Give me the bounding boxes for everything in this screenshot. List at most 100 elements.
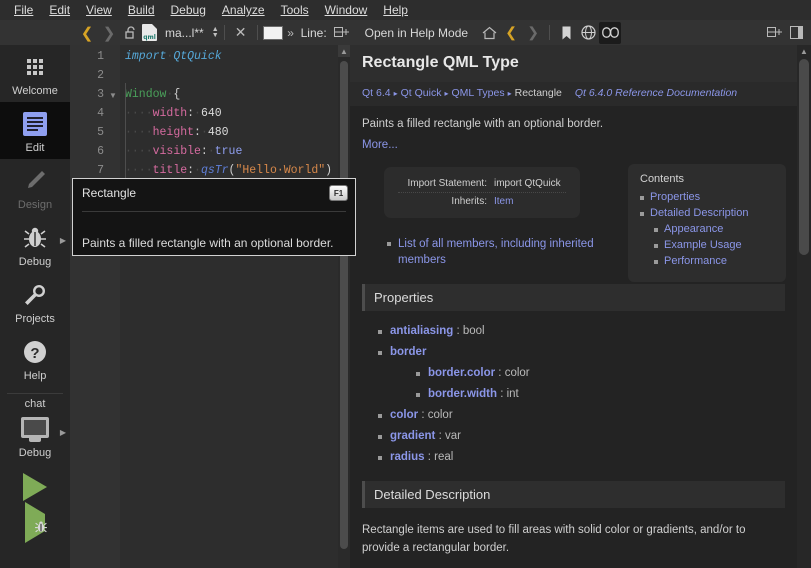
navigate-back-icon[interactable]: ❮: [76, 22, 98, 44]
menu-help-label: Help: [383, 3, 408, 17]
bookmark-icon[interactable]: [555, 22, 577, 44]
breadcrumb-item-qmltypes[interactable]: QML Types: [451, 87, 504, 99]
editor-vertical-scrollbar[interactable]: ▲: [338, 45, 350, 568]
inherits-value[interactable]: Item: [494, 196, 513, 207]
contents-link-appearance[interactable]: Appearance: [664, 223, 723, 235]
open-file-selector[interactable]: qml ma...l** ▲▼: [142, 24, 219, 41]
menu-item-tools[interactable]: Tools: [273, 1, 317, 19]
svg-text:?: ?: [30, 345, 39, 362]
property-border-width[interactable]: border.width: [428, 388, 497, 400]
contents-box: Contents Properties Detailed Description…: [628, 164, 786, 282]
f1-key-badge[interactable]: F1: [329, 185, 348, 201]
toolbar-divider-1: [224, 25, 225, 40]
code-line[interactable]: ····visible:·true: [125, 144, 338, 158]
sidebar-item-help[interactable]: ? Help: [0, 330, 70, 387]
list-item: border.width : int: [428, 388, 797, 400]
list-item: Example Usage: [664, 239, 774, 251]
help-scroll-thumb[interactable]: [799, 59, 809, 255]
overflow-chevrons-icon[interactable]: »: [285, 22, 297, 44]
help-forward-icon[interactable]: ❯: [522, 22, 544, 44]
code-line[interactable]: ····height:·480: [125, 125, 338, 139]
property-type: real: [434, 451, 453, 463]
token: "Hello·World": [235, 164, 325, 177]
sidebar-item-welcome[interactable]: Welcome: [0, 45, 70, 102]
more-link[interactable]: More...: [362, 139, 398, 151]
updown-spinner-icon[interactable]: ▲▼: [212, 27, 219, 39]
list-item: Performance: [664, 255, 774, 267]
editor-text-area[interactable]: import·QtQuick Window·{ ····width:·640 ·…: [120, 45, 338, 568]
symbol-tooltip: Rectangle F1 Paints a filled rectangle w…: [72, 178, 356, 256]
contents-link-performance[interactable]: Performance: [664, 255, 727, 267]
menu-build-label: Build: [128, 3, 155, 17]
close-document-icon[interactable]: ✕: [230, 22, 252, 44]
list-item: Properties: [650, 191, 774, 203]
menu-item-analyze[interactable]: Analyze: [214, 1, 273, 19]
menu-item-view[interactable]: View: [78, 1, 120, 19]
property-border-color[interactable]: border.color: [428, 367, 495, 379]
editor-scroll-thumb[interactable]: [340, 61, 348, 549]
breadcrumb-item-qt64[interactable]: Qt 6.4: [362, 87, 391, 99]
menu-item-debug[interactable]: Debug: [163, 1, 214, 19]
close-panel-icon[interactable]: [785, 22, 807, 44]
property-type: color: [428, 409, 453, 421]
property-antialiasing[interactable]: antialiasing: [390, 325, 453, 337]
property-border[interactable]: border: [390, 346, 426, 358]
list-item: color : color: [390, 409, 797, 421]
sidebar-item-projects[interactable]: Projects: [0, 273, 70, 330]
list-item: Detailed Description: [650, 207, 774, 219]
contents-link-detailed-description[interactable]: Detailed Description: [650, 207, 748, 219]
debug-run-button[interactable]: [0, 510, 70, 541]
kit-expand-arrow-icon[interactable]: ▶: [60, 428, 66, 437]
home-icon[interactable]: [478, 22, 500, 44]
sidebar-item-design[interactable]: Design: [0, 159, 70, 216]
code-line[interactable]: ····title:·qsTr("Hello·World"): [125, 163, 338, 177]
link-icon[interactable]: [599, 22, 621, 44]
sidebar-item-edit[interactable]: Edit: [0, 102, 70, 159]
navigate-forward-icon[interactable]: ❯: [98, 22, 120, 44]
kit-selector[interactable]: ▶ Debug: [0, 412, 70, 464]
scroll-up-arrow-icon[interactable]: ▲: [338, 45, 350, 57]
run-play-icon: [23, 473, 47, 501]
help-back-icon[interactable]: ❮: [500, 22, 522, 44]
sidebar-item-debug[interactable]: ▶ Debug: [0, 216, 70, 273]
breadcrumb-item-qtquick[interactable]: Qt Quick: [401, 87, 442, 99]
menu-item-help[interactable]: Help: [375, 1, 416, 19]
contents-list: Properties Detailed Description Appearan…: [640, 191, 774, 267]
menu-item-edit[interactable]: Edit: [41, 1, 78, 19]
menu-item-file[interactable]: File: [6, 1, 41, 19]
menu-item-window[interactable]: Window: [317, 1, 376, 19]
menu-bar: File Edit View Build Debug Analyze Tools…: [0, 0, 811, 20]
token: qsTr: [201, 164, 229, 177]
tooltip-title: Rectangle: [82, 186, 346, 200]
menu-item-build[interactable]: Build: [120, 1, 163, 19]
help-vertical-scrollbar[interactable]: ▲: [797, 45, 811, 568]
split-editor-icon[interactable]: [331, 22, 353, 44]
token: QtQuick: [173, 50, 221, 63]
line-number: 1: [70, 50, 104, 63]
code-editor[interactable]: 1 2 3 4 5 6 7 8 9 ▼ ▼ import·QtQuick Win…: [70, 45, 350, 568]
inherits-label: Inherits:: [398, 196, 494, 207]
property-color[interactable]: color: [390, 409, 418, 421]
editor-gutter[interactable]: 1 2 3 4 5 6 7 8 9 ▼ ▼: [70, 45, 120, 568]
all-members-link[interactable]: List of all members, including inherited…: [398, 238, 594, 266]
sidebar-label-edit: Edit: [26, 142, 45, 154]
sidebar-label-design: Design: [18, 199, 52, 211]
help-scroll-up-arrow-icon[interactable]: ▲: [797, 45, 811, 58]
property-gradient[interactable]: gradient: [390, 430, 435, 442]
fold-marker-icon[interactable]: ▼: [108, 91, 118, 100]
contents-link-example-usage[interactable]: Example Usage: [664, 239, 742, 251]
debug-expand-arrow-icon[interactable]: ▶: [60, 236, 66, 245]
code-line[interactable]: ····width:·640: [125, 106, 338, 120]
code-line[interactable]: [125, 68, 338, 82]
property-radius[interactable]: radius: [390, 451, 425, 463]
symbol-combo-box[interactable]: [263, 26, 283, 40]
code-line[interactable]: import·QtQuick: [125, 49, 338, 63]
list-item: border: [390, 346, 797, 358]
contents-link-properties[interactable]: Properties: [650, 191, 700, 203]
code-line[interactable]: Window·{: [125, 87, 338, 101]
split-right-icon[interactable]: [763, 22, 785, 44]
open-in-help-mode-button[interactable]: Open in Help Mode: [361, 26, 472, 40]
globe-icon[interactable]: [577, 22, 599, 44]
unlock-icon[interactable]: [120, 22, 142, 44]
line-number: 6: [70, 145, 104, 158]
